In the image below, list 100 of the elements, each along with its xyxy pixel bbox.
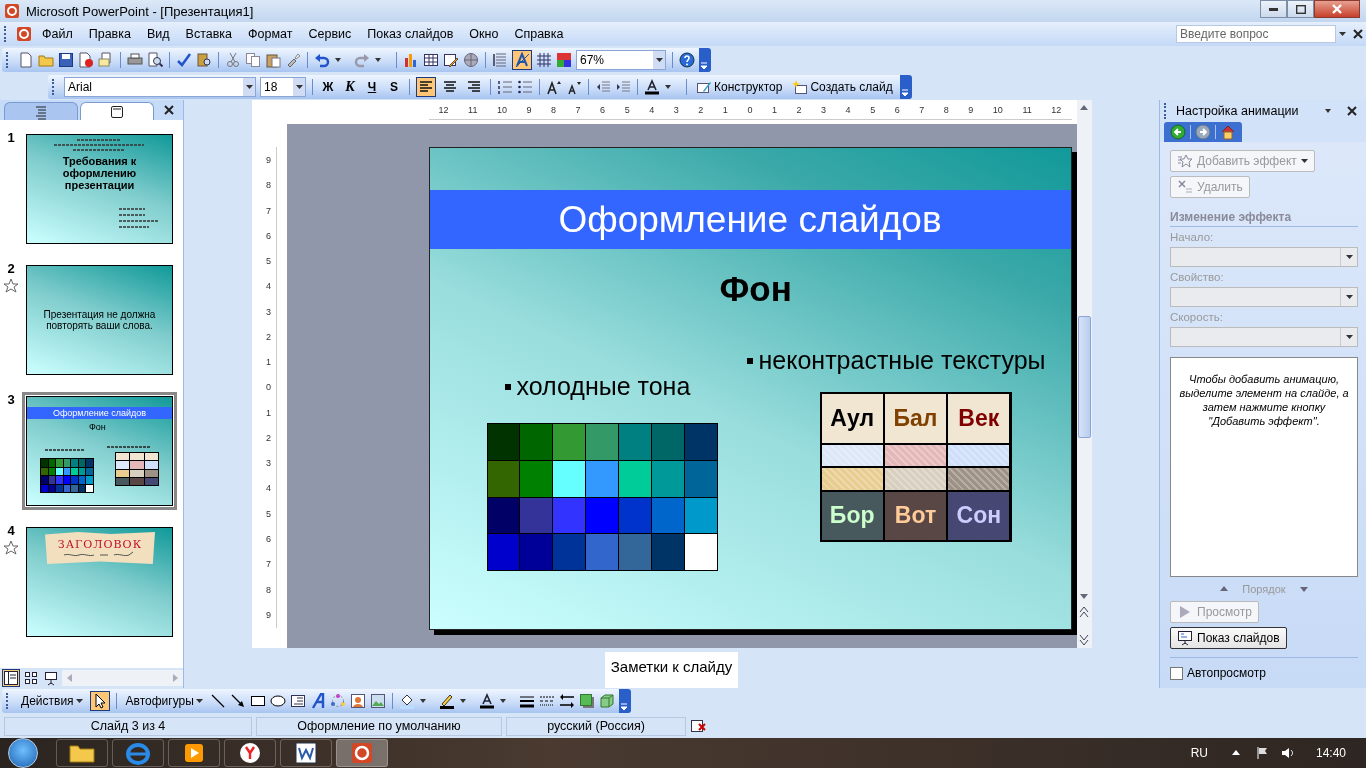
taskbar-button[interactable] [280,739,332,767]
text-style-button[interactable]: S [385,77,403,96]
line-style-icon[interactable] [518,693,535,709]
select-tool-button[interactable] [89,691,110,711]
show-formatting-button[interactable] [512,49,532,70]
effects-list[interactable]: Чтобы добавить анимацию, выделите элемент на слайде, а затем нажмите кнопку "Добавить эффект". [1170,357,1358,577]
slides-tab[interactable] [80,102,154,120]
help-icon[interactable] [679,51,695,68]
scissors-icon[interactable] [225,51,241,68]
3d-cube-icon[interactable] [598,693,615,709]
taskbar-button[interactable] [168,739,220,767]
powerpoint-icon[interactable] [16,26,32,42]
arrow-style-icon[interactable] [558,693,575,709]
pen-icon[interactable] [438,693,455,709]
print-preview-icon[interactable] [147,51,163,68]
printer-icon[interactable] [127,51,143,68]
font-color-icon[interactable] [478,693,495,709]
caret-icon [1345,295,1353,299]
menu-item[interactable]: Сервис [302,25,358,43]
view-button[interactable] [22,669,40,687]
slide-thumbnail[interactable]: Оформление слайдов Фон [22,392,177,510]
menu-item[interactable]: Правка [82,25,137,43]
window-title: Microsoft PowerPoint - [Презентация1] [26,3,254,19]
clipboard-icon[interactable] [265,51,281,68]
taskbar-button[interactable] [224,739,276,767]
new-page-icon[interactable] [18,51,34,68]
powerpoint-icon [4,3,20,19]
chart-icon[interactable] [403,51,419,68]
back-icon[interactable] [1170,124,1186,140]
status-field: Слайд 3 из 4 [4,716,252,736]
arrow-icon[interactable] [229,693,246,709]
bullet-list-icon[interactable] [517,78,533,95]
minimize-button[interactable] [1260,0,1287,18]
menu-item[interactable]: Вставка [179,25,239,43]
permission-icon[interactable] [78,51,94,68]
text-style-button[interactable]: Ж [319,77,337,96]
slideshow-button[interactable]: Показ слайдов [1170,627,1287,649]
clipart-icon[interactable] [349,693,366,709]
brush-icon[interactable] [285,51,301,68]
alignment-button[interactable] [416,76,436,97]
view-button[interactable] [42,669,60,687]
text-style-button[interactable]: Ч [363,77,381,96]
speaker-icon[interactable] [1279,745,1296,761]
copy-icon[interactable] [245,51,261,68]
scroll-thumb[interactable] [1077,316,1091,438]
home-icon[interactable] [1220,124,1236,140]
menu-item[interactable]: Файл [36,25,79,43]
menu-item[interactable]: Окно [463,25,505,43]
language-indicator[interactable]: RU [1190,746,1208,760]
view-button[interactable] [2,669,20,687]
horizontal-scrollbar[interactable] [62,670,183,686]
texture-label: Аул [830,404,874,432]
indent-icon[interactable] [615,78,631,95]
new-slide-icon [792,78,809,95]
book-icon[interactable] [196,51,212,68]
close-button[interactable] [1314,0,1360,18]
numbered-list-icon[interactable] [497,78,513,95]
font-color-icon[interactable] [644,78,660,95]
question-field[interactable]: Введите вопрос [1176,25,1336,43]
dash-style-icon[interactable] [538,693,555,709]
autopreview-checkbox[interactable]: Автопросмотр [1170,666,1358,680]
actions-menu[interactable]: Действия [18,693,86,709]
table-icon[interactable] [423,51,439,68]
color-grid-drawing [40,458,94,493]
pencil-table-icon[interactable] [443,51,459,68]
grid-icon[interactable] [536,51,552,68]
star-add-icon [1177,153,1193,169]
design-button[interactable]: Конструктор [693,77,786,96]
color-grayscale-icon[interactable] [556,51,572,68]
menu-item[interactable]: Формат [242,25,299,43]
menu-item[interactable]: Показ слайдов [361,25,460,43]
start-button[interactable] [8,738,38,768]
line-icon[interactable] [209,693,226,709]
outdent-icon[interactable] [595,78,611,95]
taskbar-button[interactable] [56,739,108,767]
mail-icon[interactable] [98,51,114,68]
fill-bucket-icon[interactable] [398,693,415,709]
font-size-field[interactable]: 18 [260,76,306,97]
forward-icon[interactable] [1195,124,1211,140]
expand-icon[interactable] [492,51,508,68]
shadow-icon[interactable] [578,693,595,709]
new-slide-button[interactable]: Создать слайд [789,77,896,96]
menu-item[interactable]: Справка [508,25,570,43]
font-field[interactable]: Arial [64,76,256,97]
diagram-icon[interactable] [329,693,346,709]
picture-icon[interactable] [369,693,386,709]
spellcheck-icon[interactable] [176,51,192,68]
wordart-icon[interactable] [309,693,326,709]
undo-icon[interactable] [314,51,330,68]
text-style-button[interactable]: К [341,77,359,96]
menu-item[interactable]: Вид [140,25,176,43]
align-right-icon [466,78,482,95]
slide-number: 1 [7,130,15,145]
rectangle-icon[interactable] [249,693,266,709]
zoom-field[interactable]: 67% [576,49,666,70]
autoshapes-menu[interactable]: Автофигуры [122,693,206,709]
globe-icon[interactable] [463,51,479,68]
oval-icon[interactable] [269,693,286,709]
text-box-icon[interactable] [289,693,306,709]
maximize-button[interactable] [1287,0,1314,18]
